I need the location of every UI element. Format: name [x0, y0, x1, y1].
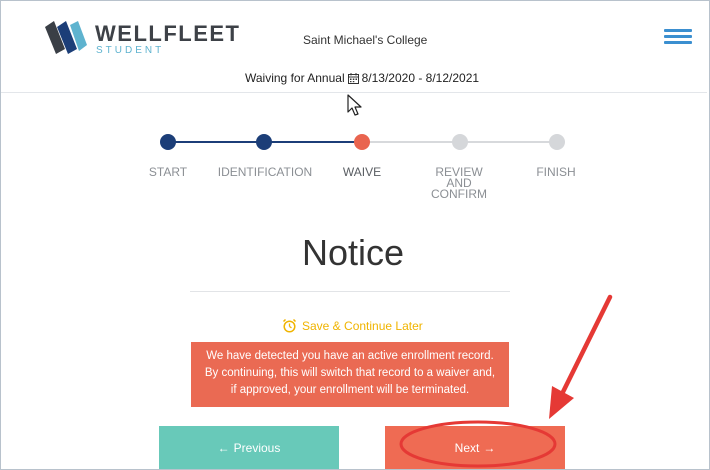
highlight-ellipse	[399, 420, 557, 468]
annotation-overlay	[399, 294, 613, 468]
annotation-arrow-shaft	[557, 294, 613, 401]
